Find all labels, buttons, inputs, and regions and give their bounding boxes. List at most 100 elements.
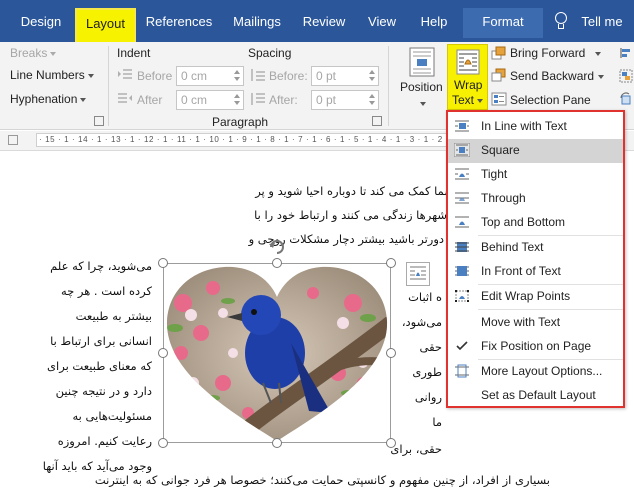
indent-before-label: Before — [137, 69, 173, 83]
indent-after-icon — [118, 93, 132, 103]
selected-picture[interactable] — [158, 240, 396, 448]
indent-title: Indent — [117, 46, 151, 60]
tell-me-box[interactable]: Tell me — [574, 8, 630, 38]
doc-line: که معنای طبیعت برای — [47, 359, 152, 373]
menu-item-in-front-of-text[interactable]: In Front of Text — [448, 260, 623, 284]
spacing-before-icon — [251, 69, 265, 81]
send-backward-button[interactable]: Send Backward — [510, 69, 594, 83]
spacing-title: Spacing — [248, 46, 292, 60]
lightbulb-icon[interactable] — [554, 12, 568, 30]
doc-line-right: ما — [432, 415, 442, 429]
menu-item-set-as-default-layout[interactable]: Set as Default Layout — [448, 384, 623, 408]
indent-after-label: After — [137, 93, 163, 107]
tab-mailings[interactable]: Mailings — [226, 8, 288, 38]
spacing-before-field[interactable]: 0 pt — [311, 66, 379, 86]
layout-options-icon — [455, 364, 469, 378]
inline-icon — [455, 120, 469, 132]
paragraph-group-label: Paragraph — [212, 115, 269, 129]
line-numbers-button[interactable]: Line Numbers — [10, 68, 94, 82]
doc-line: مسئولیت‌هایی به — [72, 409, 152, 423]
ruler-ticks: · 15 · 1 · 14 · 1 · 13 · 1 · 12 · 1 · 11… — [39, 135, 505, 144]
paragraph-launcher-icon[interactable] — [372, 116, 382, 126]
align-icon[interactable] — [619, 46, 633, 60]
top-bottom-wrap-icon — [455, 216, 469, 228]
menu-item-tight[interactable]: Tight — [448, 163, 623, 187]
resize-handle[interactable] — [158, 438, 168, 448]
breaks-button[interactable]: Breaks — [10, 46, 57, 60]
send-backward-dropdown[interactable] — [595, 69, 604, 83]
position-button[interactable]: Position — [400, 80, 443, 94]
resize-handle[interactable] — [158, 258, 168, 268]
behind-text-icon — [455, 242, 469, 252]
indent-after-field[interactable]: 0 cm — [176, 90, 244, 110]
menu-item-edit-wrap-points[interactable]: Edit Wrap Points — [448, 285, 623, 309]
spacing-after-label: After: — [269, 93, 298, 107]
layout-options-icon — [410, 266, 426, 280]
wrap-text-icon — [456, 49, 480, 75]
group-divider — [108, 46, 109, 126]
rotate-handle-icon[interactable] — [267, 237, 287, 257]
tab-design[interactable]: Design — [14, 8, 68, 38]
wrap-text-label-2: Text — [452, 93, 484, 107]
resize-handle[interactable] — [386, 438, 396, 448]
tab-layout[interactable]: Layout — [75, 8, 136, 42]
bring-forward-icon — [491, 46, 506, 60]
wrap-text-button[interactable]: Wrap Text — [447, 44, 488, 110]
doc-line: کرده است . هر چه — [60, 284, 152, 298]
rotate-icon[interactable] — [619, 92, 633, 106]
tab-references[interactable]: References — [143, 8, 215, 38]
group-icon[interactable] — [619, 69, 633, 83]
tab-format[interactable]: Format — [463, 8, 543, 38]
menu-item-square[interactable]: Square — [448, 139, 623, 163]
resize-handle[interactable] — [386, 348, 396, 358]
bring-forward-dropdown[interactable] — [592, 46, 601, 60]
spacing-after-icon — [251, 93, 265, 105]
doc-line-right: حقی، برای — [390, 442, 442, 456]
doc-line: بسیاری از افراد، از چنین مفهوم و کانسپتی… — [94, 473, 550, 487]
spacing-after-field[interactable]: 0 pt — [311, 90, 379, 110]
resize-handle[interactable] — [272, 438, 282, 448]
edit-wrap-points-icon — [455, 290, 469, 302]
tab-view[interactable]: View — [362, 8, 402, 38]
layout-options-button[interactable] — [406, 262, 430, 286]
indent-before-icon — [118, 69, 132, 79]
selection-pane-button[interactable]: Selection Pane — [510, 93, 591, 107]
menu-item-move-with-text[interactable]: Move with Text — [448, 311, 623, 335]
resize-handle[interactable] — [386, 258, 396, 268]
position-icon[interactable] — [408, 47, 436, 77]
menu-item-inline-with-text[interactable]: In Line with Text — [448, 115, 623, 139]
doc-line: می‌شوید، چرا که علم — [50, 259, 152, 273]
doc-line-right: طوری — [412, 365, 442, 379]
page-setup-launcher-icon[interactable] — [94, 116, 104, 126]
menu-item-behind-text[interactable]: Behind Text — [448, 236, 623, 260]
ribbon-tab-bar: Design Layout References Mailings Review… — [0, 0, 634, 42]
send-backward-icon — [491, 68, 506, 82]
menu-item-fix-position-on-page[interactable]: Fix Position on Page — [448, 335, 623, 359]
doc-line: وجود می‌آید که باید آنها — [42, 459, 152, 473]
checkmark-icon — [456, 341, 468, 351]
doc-line-right: ه اثبات — [408, 290, 442, 304]
doc-line: رعایت کنیم. امروزه — [57, 434, 152, 448]
menu-item-more-layout-options[interactable]: More Layout Options... — [448, 360, 623, 384]
doc-line: دارد و در نتیجه چنین — [55, 384, 152, 398]
wrap-text-label-1: Wrap — [454, 78, 483, 92]
doc-line-right: می‌شود، — [401, 315, 442, 329]
wrap-text-menu: In Line with Text Square Tight Through T… — [446, 110, 625, 408]
resize-handle[interactable] — [272, 258, 282, 268]
resize-handle[interactable] — [158, 348, 168, 358]
menu-separator — [478, 309, 623, 310]
tab-review[interactable]: Review — [297, 8, 351, 38]
doc-line-right: حقی — [419, 340, 442, 354]
tab-help[interactable]: Help — [413, 8, 455, 38]
doc-line-right: روانی — [414, 390, 442, 404]
square-wrap-icon — [454, 143, 470, 157]
position-dropdown[interactable] — [417, 96, 426, 110]
in-front-text-icon — [455, 266, 469, 276]
bring-forward-button[interactable]: Bring Forward — [510, 46, 585, 60]
group-divider — [388, 46, 389, 126]
menu-item-through[interactable]: Through — [448, 187, 623, 211]
tab-selector-icon[interactable] — [8, 135, 18, 145]
menu-item-top-and-bottom[interactable]: Top and Bottom — [448, 211, 623, 235]
indent-before-field[interactable]: 0 cm — [176, 66, 244, 86]
hyphenation-button[interactable]: Hyphenation — [10, 92, 87, 106]
